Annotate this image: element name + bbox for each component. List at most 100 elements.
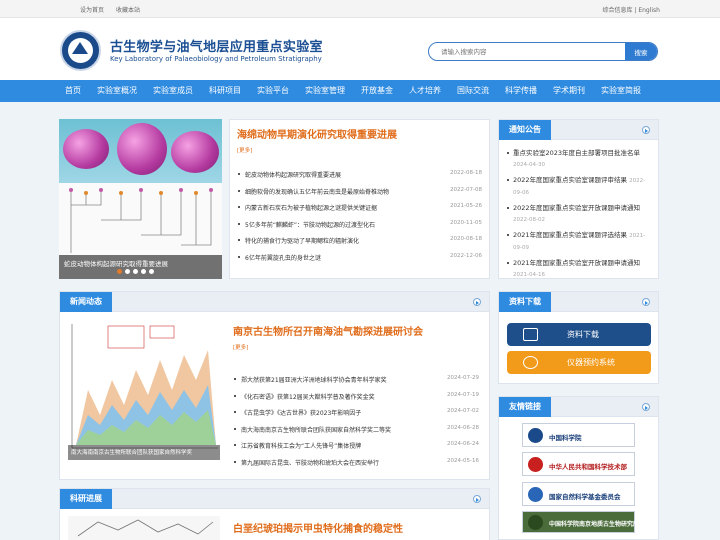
- list-item[interactable]: 《化石密语》获第12届吴大猷科学普及著作奖金奖 2024-07-19: [233, 392, 479, 409]
- download-button[interactable]: 资料下载: [507, 323, 651, 346]
- list-item-date: 2024-07-29: [447, 375, 479, 381]
- list-item-title[interactable]: 第九届国际古昆虫、节肢动物和琥珀大会在西安举行: [241, 460, 379, 467]
- list-item[interactable]: 蛇皮动物体构起源研究取得重要进展 2022-08-18: [237, 170, 482, 187]
- news-header: 新闻动态: [60, 292, 489, 312]
- news-more-link[interactable]: [更多]: [233, 343, 248, 351]
- top-news-more-link[interactable]: [更多]: [237, 146, 252, 154]
- list-item[interactable]: 细胞软骨的发现确认五亿年前云南虫是最原始脊椎动物 2022-07-08: [237, 187, 482, 204]
- slider-caption[interactable]: 蛇皮动物体构起源研究取得重要进展: [64, 258, 168, 268]
- top-news-list: 蛇皮动物体构起源研究取得重要进展 2022-08-18 细胞软骨的发现确认五亿年前云…: [237, 170, 482, 269]
- list-item-title[interactable]: 5亿多年前“麒麟虾”：节肢动物起源的过渡型化石: [245, 222, 375, 229]
- link-most[interactable]: 中华人民共和国科学技术部: [522, 452, 635, 476]
- list-item-title[interactable]: 蛇皮动物体构起源研究取得重要进展: [245, 172, 341, 179]
- list-item-date: 2024-07-02: [447, 408, 479, 414]
- main-nav: 首页 实验室概况 实验室成员 科研项目 实验平台 实验室管理 开放基金 人才培养 国际交流 科学传…: [0, 80, 720, 102]
- list-item[interactable]: 郑大然获第21届亚洲大洋洲地球科学协会青年科学家奖 2024-07-29: [233, 375, 479, 392]
- nav-item[interactable]: 实验室管理: [297, 80, 353, 102]
- notice-item[interactable]: 2021年度国家重点实验室开放课题申请通知 2021-04-16: [506, 258, 651, 281]
- news-image-caption[interactable]: 南大海南南京古生物所联合团队获国家自然科学奖: [71, 448, 192, 456]
- list-item[interactable]: 江苏省教育科技工会为“工人先锋号”集体授牌 2024-06-24: [233, 441, 479, 458]
- nav-item[interactable]: 科研项目: [201, 80, 249, 102]
- link-nsfc[interactable]: 国家自然科学基金委员会: [522, 482, 635, 506]
- notice-item-title[interactable]: 2021年度国家重点实验室开放课题申请通知: [513, 259, 640, 267]
- list-item-title[interactable]: 细胞软骨的发现确认五亿年前云南虫是最原始脊椎动物: [245, 189, 389, 196]
- nav-item[interactable]: 实验平台: [249, 80, 297, 102]
- list-item[interactable]: 特化的捕食行为驱动了早期鳃粒的辐射演化 2020-08-18: [237, 236, 482, 253]
- list-item-date: 2022-07-08: [450, 186, 482, 193]
- notice-item[interactable]: 2022年度国家重点实验室开放课题申请通知 2022-08-02: [506, 203, 651, 226]
- search-button[interactable]: 搜索: [625, 43, 657, 60]
- list-item[interactable]: 6亿年前翼旋孔虫的身世之谜 2022-12-06: [237, 253, 482, 270]
- research-image[interactable]: [68, 516, 220, 540]
- lab-logo[interactable]: [60, 30, 101, 71]
- list-item[interactable]: 5亿多年前“麒麟虾”：节肢动物起源的过渡型化石 2020-11-05: [237, 220, 482, 237]
- notice-item-title[interactable]: 2021年度国家重点实验室课题评选结果: [513, 231, 627, 239]
- list-item-title[interactable]: 特化的捕食行为驱动了早期鳃粒的辐射演化: [245, 238, 359, 245]
- slider-dot[interactable]: [141, 269, 146, 274]
- nav-item[interactable]: 开放基金: [353, 80, 401, 102]
- news-image-caption-bar: 南大海南南京古生物所联合团队获国家自然科学奖: [68, 445, 220, 460]
- notice-header: 通知公告: [499, 120, 658, 140]
- nav-item[interactable]: 科学传播: [497, 80, 545, 102]
- list-item-date: 2024-06-28: [447, 424, 479, 431]
- nav-item[interactable]: 学术期刊: [545, 80, 593, 102]
- list-item-date: 2024-05-16: [447, 457, 479, 464]
- list-item-date: 2022-12-06: [450, 252, 482, 259]
- list-item-date: 2024-07-19: [447, 391, 479, 398]
- search-input[interactable]: [429, 43, 627, 60]
- slider-dot[interactable]: [117, 269, 122, 274]
- link-cas[interactable]: 中国科学院: [522, 423, 635, 447]
- list-item-title[interactable]: 江苏省教育科技工会为“工人先锋号”集体授牌: [241, 443, 361, 450]
- list-item-date: 2022-08-18: [450, 170, 482, 176]
- set-home-link[interactable]: 设为首页: [80, 7, 104, 14]
- list-item-title[interactable]: 6亿年前翼旋孔虫的身世之谜: [245, 255, 321, 262]
- research-title: 科研进展: [60, 489, 112, 509]
- list-item-title[interactable]: 南大海南南京古生物所联合团队获国家自然科学奖二等奖: [241, 427, 391, 434]
- booking-label: 仪器预约系统: [567, 358, 615, 367]
- download-label: 资料下载: [567, 330, 599, 339]
- image-slider[interactable]: 蛇皮动物体构起源研究取得重要进展: [59, 119, 222, 279]
- slider-dot[interactable]: [133, 269, 138, 274]
- research-headline[interactable]: 白垩纪琥珀揭示甲虫特化捕食的稳定性: [233, 520, 403, 535]
- booking-button[interactable]: 仪器预约系统: [507, 351, 651, 374]
- nav-item[interactable]: 实验室概况: [89, 80, 145, 102]
- link-label: 中华人民共和国科学技术部: [549, 463, 627, 471]
- language-links[interactable]: 综合信息库 | English: [602, 5, 660, 14]
- slider-dot[interactable]: [125, 269, 130, 274]
- news-more-icon[interactable]: [473, 298, 481, 306]
- resources-more-icon[interactable]: [642, 298, 650, 306]
- slider-dot[interactable]: [149, 269, 154, 274]
- resources-title: 资料下载: [499, 292, 551, 312]
- list-item[interactable]: 内蒙古新石炭石为被子植物起源之谜提供关键证据 2021-05-26: [237, 203, 482, 220]
- list-item-title[interactable]: 内蒙古新石炭石为被子植物起源之谜提供关键证据: [245, 205, 377, 212]
- list-item[interactable]: 《古昆虫学》《达古世界》获2023年影响因子 2024-07-02: [233, 408, 479, 425]
- nav-item[interactable]: 首页: [57, 80, 89, 102]
- list-item[interactable]: 南大海南南京古生物所联合团队获国家自然科学奖二等奖 2024-06-28: [233, 425, 479, 442]
- friend-links-more-icon[interactable]: [642, 403, 650, 411]
- news-image-chart[interactable]: [68, 320, 220, 460]
- nav-item[interactable]: 国际交流: [449, 80, 497, 102]
- list-item-title[interactable]: 《化石密语》获第12届吴大猷科学普及著作奖金奖: [241, 394, 375, 401]
- link-nigpas[interactable]: 中国科学院南京地质古生物研究所: [522, 511, 639, 533]
- logo-emblem-icon: [72, 42, 88, 54]
- notice-item[interactable]: 2021年度国家重点实验室课题评选结果 2021-09-09: [506, 230, 651, 254]
- bookmark-link[interactable]: 收藏本站: [116, 7, 140, 14]
- nav-item[interactable]: 人才培养: [401, 80, 449, 102]
- research-more-icon[interactable]: [473, 495, 481, 503]
- nav-item[interactable]: 实验室成员: [145, 80, 201, 102]
- list-item-title[interactable]: 《古昆虫学》《达古世界》获2023年影响因子: [241, 410, 361, 417]
- top-news-headline[interactable]: 海绵动物早期演化研究取得重要进展: [237, 126, 397, 141]
- notice-item-title[interactable]: 2022年度国家重点实验室课题评审结果: [513, 176, 627, 184]
- news-headline[interactable]: 南京古生物所召开南海油气勘探进展研讨会: [233, 323, 423, 338]
- list-item[interactable]: 第九届国际古昆虫、节肢动物和琥珀大会在西安举行 2024-05-16: [233, 458, 479, 475]
- list-item-title[interactable]: 郑大然获第21届亚洲大洋洲地球科学协会青年科学家奖: [241, 377, 387, 384]
- notice-more-icon[interactable]: [642, 126, 650, 134]
- list-item-date: 2020-11-05: [450, 219, 482, 226]
- nav-item[interactable]: 实验室简报: [593, 80, 649, 102]
- news-list: 郑大然获第21届亚洲大洋洲地球科学协会青年科学家奖 2024-07-29 《化石密语…: [233, 375, 479, 474]
- notice-item[interactable]: 2022年度国家重点实验室课题评审结果 2022-09-06: [506, 175, 651, 199]
- notice-item-title[interactable]: 2022年度国家重点实验室开放课题申请通知: [513, 204, 640, 212]
- notice-item[interactable]: 重点实验室2023年度自主部署项目批准名单 2024-04-30: [506, 148, 651, 171]
- notice-item-title[interactable]: 重点实验室2023年度自主部署项目批准名单: [513, 149, 640, 157]
- link-label: 国家自然科学基金委员会: [549, 493, 621, 501]
